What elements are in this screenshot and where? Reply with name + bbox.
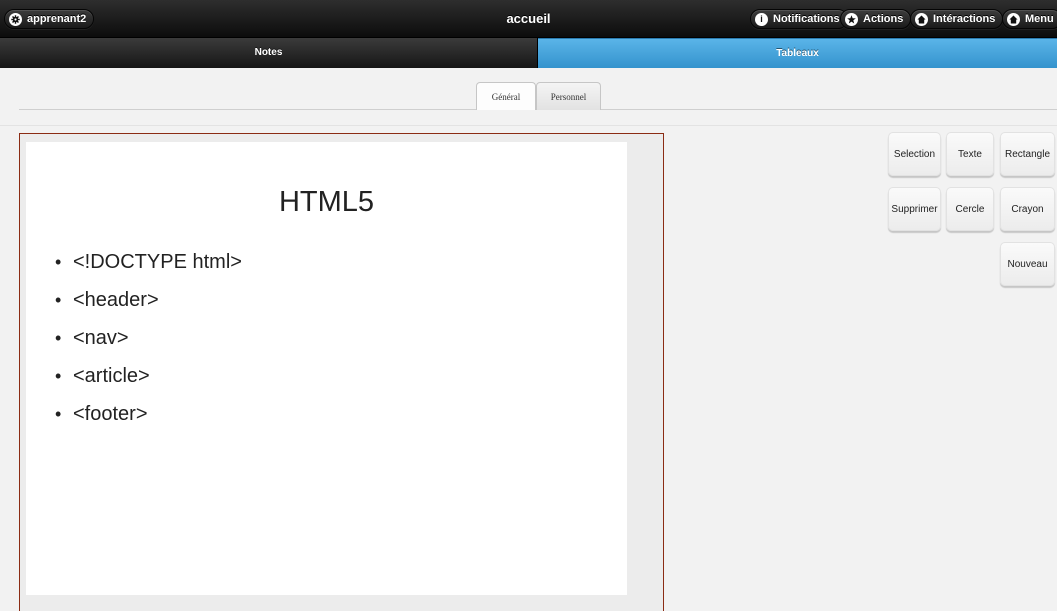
list-item-text: <header> <box>73 289 159 311</box>
bullet-icon: • <box>55 290 62 310</box>
texte-button[interactable]: Texte <box>946 132 994 176</box>
tab-general[interactable]: Général <box>476 82 536 110</box>
menu-label: Menu <box>1025 13 1054 25</box>
nouveau-button[interactable]: Nouveau <box>1000 242 1055 286</box>
bullet-icon: • <box>55 252 62 272</box>
tab-personnel[interactable]: Personnel <box>536 82 601 110</box>
bullet-icon: • <box>55 328 62 348</box>
nav-tableaux[interactable]: Tableaux <box>538 38 1057 68</box>
actions-button[interactable]: Actions <box>840 9 912 29</box>
whiteboard-panel: HTML5 • <!DOCTYPE html> • <header> • <nav> … <box>19 133 664 611</box>
home-icon <box>1007 12 1020 26</box>
home-icon <box>915 12 928 26</box>
list-item-text: <footer> <box>73 403 148 425</box>
cercle-button[interactable]: Cercle <box>946 187 994 231</box>
notifications-label: Notifications <box>773 13 840 25</box>
bullet-icon: • <box>55 404 62 424</box>
notifications-button[interactable]: i Notifications <box>750 9 848 29</box>
header-bar: accueil apprenant2 i Notifications Actio… <box>0 0 1057 38</box>
list-item: • <footer> <box>55 402 242 440</box>
crayon-button[interactable]: Crayon <box>1000 187 1055 231</box>
list-item-text: <nav> <box>73 327 129 349</box>
list-item: • <article> <box>55 364 242 402</box>
navbar: Notes Tableaux <box>0 38 1057 68</box>
slide-canvas[interactable]: HTML5 • <!DOCTYPE html> • <header> • <nav> … <box>26 142 627 595</box>
list-item: • <header> <box>55 288 242 326</box>
content-divider <box>0 125 1057 126</box>
list-item-text: <!DOCTYPE html> <box>73 251 242 273</box>
slide-list: • <!DOCTYPE html> • <header> • <nav> • <arti… <box>55 250 242 440</box>
list-item-text: <article> <box>73 365 150 387</box>
nav-notes[interactable]: Notes <box>0 38 538 68</box>
actions-label: Actions <box>863 13 904 25</box>
slide-title: HTML5 <box>278 186 375 218</box>
selection-button[interactable]: Selection <box>888 132 941 176</box>
gear-icon <box>9 12 22 26</box>
star-icon <box>845 12 858 26</box>
main-content: Général Personnel HTML5 • <!DOCTYPE html>… <box>0 69 1057 611</box>
user-button[interactable]: apprenant2 <box>4 9 95 29</box>
supprimer-button[interactable]: Supprimer <box>888 187 941 231</box>
user-name: apprenant2 <box>27 13 87 25</box>
rectangle-button[interactable]: Rectangle <box>1000 132 1055 176</box>
interactions-button[interactable]: Intéractions <box>910 9 1004 29</box>
info-icon: i <box>755 12 768 26</box>
list-item: • <!DOCTYPE html> <box>55 250 242 288</box>
bullet-icon: • <box>55 366 62 386</box>
interactions-label: Intéractions <box>933 13 996 25</box>
list-item: • <nav> <box>55 326 242 364</box>
menu-button[interactable]: Menu <box>1002 9 1057 29</box>
